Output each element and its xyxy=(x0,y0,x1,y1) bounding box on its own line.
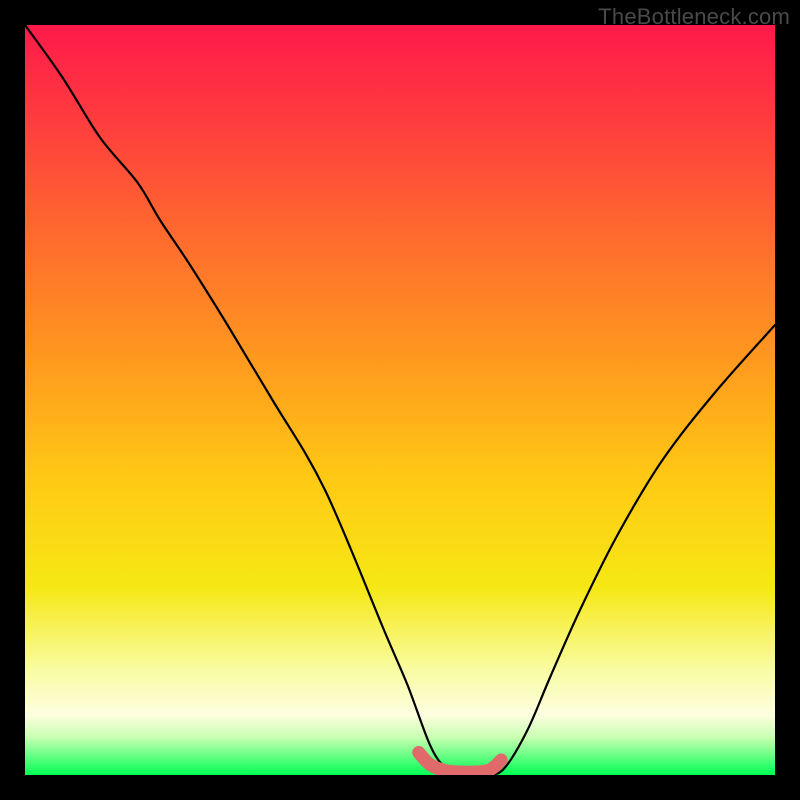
chart-frame: TheBottleneck.com xyxy=(0,0,800,800)
watermark-text: TheBottleneck.com xyxy=(598,4,790,30)
plot-area xyxy=(25,25,775,775)
bottleneck-chart xyxy=(25,25,775,775)
gradient-background xyxy=(25,25,775,775)
